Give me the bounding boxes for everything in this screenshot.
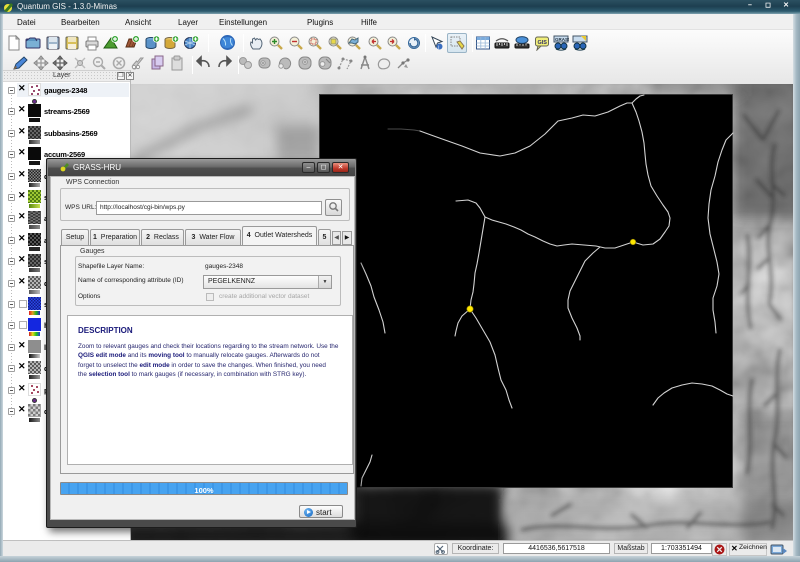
- svg-text:GIS: GIS: [538, 40, 548, 46]
- svg-text:GRASS: GRASS: [555, 37, 569, 42]
- svg-text:i: i: [438, 45, 439, 51]
